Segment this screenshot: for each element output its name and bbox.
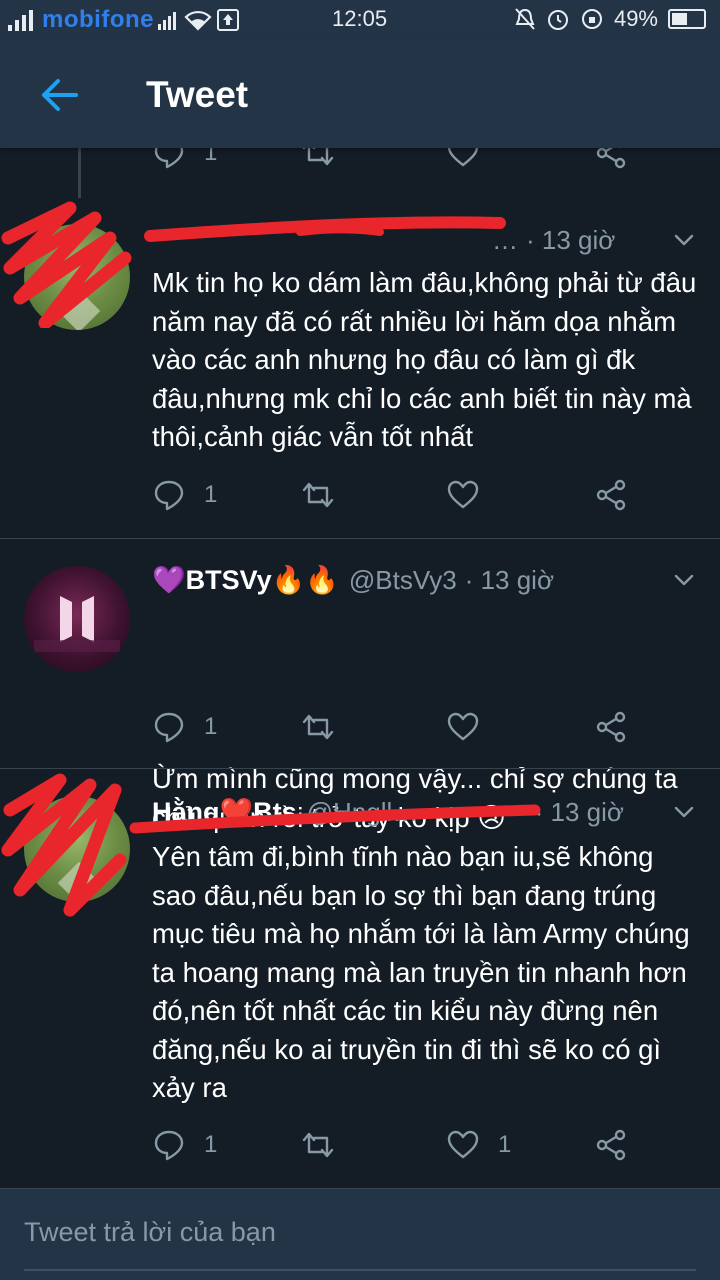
status-time: 12:05 — [332, 6, 388, 31]
retweet-icon — [302, 714, 334, 740]
tweet-actions: 1 — [0, 710, 720, 750]
battery-percent: 49% — [613, 6, 658, 31]
tweet-header: 💜BTSVy🔥🔥 @BtsVy3 · 13 giờ — [152, 560, 554, 600]
retweet-button[interactable] — [300, 478, 336, 512]
avatar[interactable] — [24, 566, 130, 672]
top-app-bar: Tweet — [0, 36, 720, 148]
arrow-left-icon[interactable] — [36, 72, 82, 118]
retweet-icon — [302, 482, 334, 508]
status-left: mobifone — [8, 6, 240, 34]
reply-button[interactable]: 1 — [152, 148, 217, 170]
reply-count: 1 — [204, 713, 218, 740]
tweet-header: Hằng❤️Bts @Hngll… · 13 giờ — [152, 792, 624, 832]
chevron-down-icon[interactable] — [672, 228, 696, 252]
display-name[interactable]: Hằng❤️Bts — [152, 796, 297, 828]
name-ellipsis: … — [492, 224, 518, 255]
share-button[interactable] — [594, 148, 628, 170]
avatar[interactable] — [24, 224, 130, 330]
battery-icon — [668, 9, 706, 29]
divider — [0, 538, 720, 539]
heart-icon — [447, 148, 479, 167]
signal-icon — [8, 10, 33, 31]
retweet-button[interactable] — [300, 1128, 336, 1162]
handle[interactable]: @Hngll… — [307, 797, 527, 828]
reply-composer[interactable]: Tweet trả lời của bạn — [0, 1188, 720, 1280]
retweet-icon — [302, 1132, 334, 1158]
reply-icon — [154, 1130, 184, 1161]
share-icon — [596, 1129, 626, 1161]
tweet-item[interactable]: … · 13 giờ Mk tin họ ko dám làm đâu,khôn… — [0, 198, 720, 558]
timestamp[interactable]: · 13 giờ — [526, 225, 615, 256]
handle[interactable]: @BtsVy3 — [349, 565, 457, 596]
like-button[interactable]: 1 — [446, 1128, 511, 1162]
display-name[interactable]: 💜BTSVy🔥🔥 — [152, 564, 339, 596]
timestamp[interactable]: · 13 giờ — [535, 797, 624, 828]
timestamp[interactable]: · 13 giờ — [465, 565, 554, 596]
mute-icon — [515, 8, 535, 30]
tweet-header: … · 13 giờ — [152, 220, 615, 260]
reply-icon — [154, 480, 184, 511]
partial-tweet-actions: 1 — [0, 148, 720, 176]
share-button[interactable] — [594, 710, 628, 744]
bts-logo-icon — [34, 596, 120, 652]
wifi-icon — [184, 10, 212, 31]
page-title: Tweet — [146, 74, 249, 115]
retweet-button[interactable] — [300, 148, 336, 170]
like-button[interactable] — [446, 148, 480, 170]
share-icon — [596, 711, 626, 743]
heart-icon — [447, 480, 479, 509]
divider — [0, 768, 720, 769]
share-icon — [596, 148, 626, 169]
conversation-feed[interactable]: 1 … · 13 giờ Mk tin họ ko dám làm đâu,kh… — [0, 148, 720, 1188]
reply-count: 1 — [204, 1131, 218, 1158]
avatar[interactable] — [24, 796, 130, 902]
chevron-down-icon[interactable] — [672, 800, 696, 824]
tweet-actions: 1 — [0, 478, 720, 518]
orientation-lock-icon — [581, 9, 602, 29]
reply-count: 1 — [204, 481, 218, 508]
like-count: 1 — [498, 1131, 512, 1158]
reply-button[interactable]: 1 — [152, 710, 217, 744]
reply-input[interactable]: Tweet trả lời của bạn — [24, 1217, 276, 1248]
like-button[interactable] — [446, 710, 480, 744]
reply-input-underline — [24, 1269, 696, 1271]
upload-icon — [217, 9, 239, 31]
signal-small-icon — [158, 12, 176, 30]
share-icon — [596, 479, 626, 511]
reply-button[interactable]: 1 — [152, 1128, 217, 1162]
tweet-text: Mk tin họ ko dám làm đâu,không phải từ đ… — [152, 267, 697, 452]
reply-icon — [154, 148, 184, 169]
tweet-item[interactable]: Hằng❤️Bts @Hngll… · 13 giờ Yên tâm đi,bì… — [0, 770, 720, 1188]
reply-icon — [154, 712, 184, 743]
share-button[interactable] — [594, 478, 628, 512]
heart-icon — [447, 712, 479, 741]
status-right: 49% — [514, 6, 706, 32]
retweet-button[interactable] — [300, 710, 336, 744]
like-button[interactable] — [446, 478, 480, 512]
reply-button[interactable]: 1 — [152, 478, 217, 512]
carrier-name: mobifone — [42, 6, 154, 33]
reply-count: 1 — [204, 148, 218, 166]
heart-icon — [447, 1130, 479, 1159]
status-bar: mobifone 12:05 49% — [0, 0, 720, 36]
tweet-actions: 1 1 — [0, 1128, 720, 1168]
retweet-icon — [302, 148, 334, 166]
chevron-down-icon[interactable] — [672, 568, 696, 592]
share-button[interactable] — [594, 1128, 628, 1162]
alarm-icon — [547, 10, 568, 30]
tweet-text: Yên tâm đi,bình tĩnh nào bạn iu,sẽ không… — [152, 841, 690, 1103]
